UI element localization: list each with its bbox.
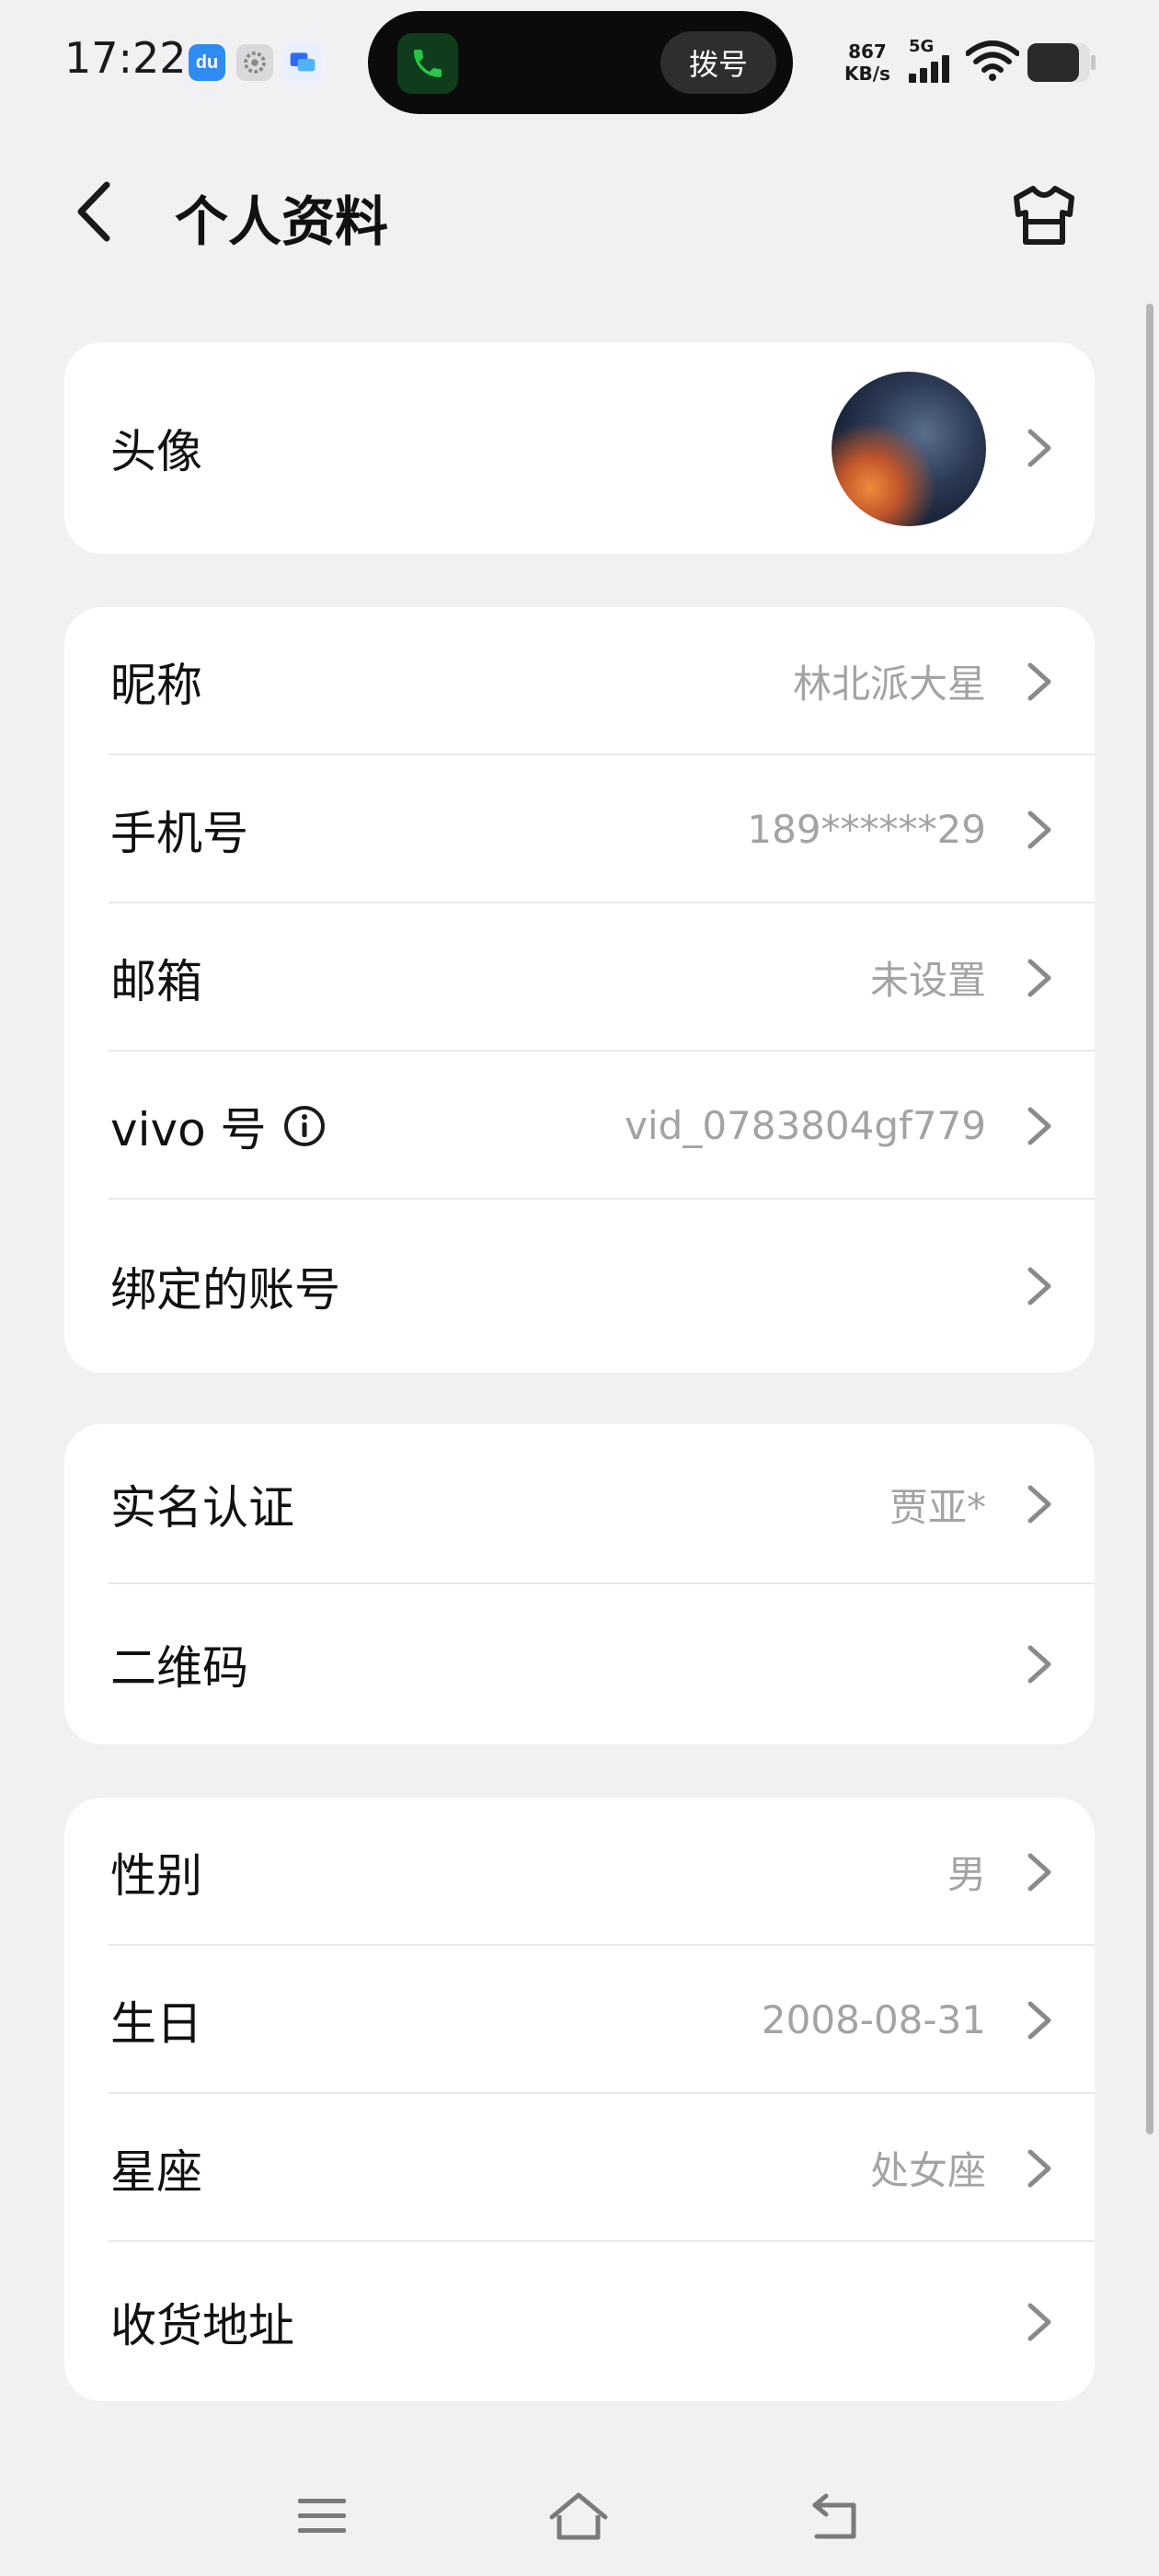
chevron-right-icon [1025, 660, 1058, 704]
vivo-id-label: vivo 号 [110, 1102, 267, 1156]
chat-bubble-icon [284, 44, 321, 81]
email-label: 邮箱 [110, 954, 202, 1008]
verification-card: 实名认证 贾亚* 二维码 [64, 1424, 1095, 1744]
qr-code-row[interactable]: 二维码 [64, 1584, 1095, 1744]
notification-icons: du [189, 44, 321, 81]
zodiac-label: 星座 [110, 2145, 202, 2199]
system-nav-bar [0, 2447, 1159, 2576]
gender-label: 性别 [110, 1848, 202, 1903]
back-arrow-icon [77, 181, 110, 242]
avatar-row[interactable]: 头像 [64, 342, 1095, 554]
phone-icon [397, 33, 458, 94]
zodiac-value: 处女座 [869, 2148, 986, 2193]
network-speed: 867 KB/s [844, 40, 890, 85]
info-icon[interactable] [283, 1105, 326, 1147]
status-bar: 17:22 du 拨号 867 KB/s 5G [0, 0, 1159, 129]
zodiac-row[interactable]: 星座 处女座 [64, 2094, 1095, 2242]
back-button[interactable] [64, 181, 123, 242]
header: 个人资料 [0, 138, 1159, 285]
real-name-row[interactable]: 实名认证 贾亚* [64, 1424, 1095, 1584]
email-row[interactable]: 邮箱 未设置 [64, 903, 1095, 1052]
scrollbar[interactable] [1146, 304, 1153, 2134]
menu-button[interactable] [290, 2484, 354, 2548]
avatar-label: 头像 [110, 425, 202, 478]
chevron-right-icon [1025, 1482, 1058, 1526]
personal-card: 性别 男 生日 2008-08-31 星座 处女座 收货地址 [64, 1798, 1095, 2401]
nickname-row[interactable]: 昵称 林北派大星 [64, 607, 1095, 755]
chevron-right-icon [1025, 1104, 1058, 1148]
gender-value: 男 [947, 1852, 986, 1897]
phone-value: 189******29 [747, 807, 986, 852]
qr-code-label: 二维码 [110, 1641, 248, 1695]
chevron-right-icon [1025, 2146, 1058, 2191]
linked-accounts-label: 绑定的账号 [110, 1263, 340, 1317]
phone-row[interactable]: 手机号 189******29 [64, 755, 1095, 903]
network-speed-unit: KB/s [844, 63, 890, 85]
linked-accounts-row[interactable]: 绑定的账号 [64, 1200, 1095, 1373]
email-value: 未设置 [869, 958, 986, 1003]
account-card: 昵称 林北派大星 手机号 189******29 邮箱 未设置 vivo 号 v… [64, 607, 1095, 1373]
chevron-right-icon [1025, 956, 1058, 1000]
avatar-card: 头像 [64, 342, 1095, 554]
chevron-right-icon [1025, 1850, 1058, 1894]
chevron-right-icon [1025, 808, 1058, 852]
du-app-icon: du [189, 44, 225, 81]
phone-label: 手机号 [110, 806, 248, 860]
gender-row[interactable]: 性别 男 [64, 1798, 1095, 1946]
home-icon [549, 2492, 608, 2540]
wifi-icon [965, 40, 1020, 85]
network-speed-value: 867 [848, 40, 887, 63]
menu-icon [298, 2499, 346, 2533]
nickname-value: 林北派大星 [792, 661, 986, 707]
real-name-value: 贾亚* [889, 1484, 986, 1530]
vivo-id-row[interactable]: vivo 号 vid_0783804gf779 [64, 1052, 1095, 1200]
chevron-right-icon [1025, 1264, 1058, 1308]
chevron-right-icon [1025, 1642, 1058, 1686]
cellular-signal-icon: 5G [909, 39, 953, 86]
vivo-id-value: vid_0783804gf779 [625, 1103, 986, 1148]
signal-5g-label: 5G [909, 37, 935, 56]
page-title: 个人资料 [175, 190, 389, 253]
battery-icon [1027, 42, 1096, 86]
back-nav-button[interactable] [805, 2484, 869, 2548]
tshirt-icon [1014, 186, 1074, 245]
birthday-value: 2008-08-31 [761, 1997, 986, 2042]
real-name-label: 实名认证 [110, 1481, 294, 1535]
dial-button[interactable]: 拨号 [660, 31, 776, 94]
chevron-right-icon [1025, 426, 1058, 470]
back-nav-icon [812, 2493, 856, 2539]
chevron-right-icon [1025, 2300, 1058, 2344]
shipping-address-row[interactable]: 收货地址 [64, 2242, 1095, 2401]
settings-gear-icon [236, 44, 273, 81]
home-button[interactable] [546, 2484, 611, 2548]
status-time: 17:22 [64, 33, 187, 83]
nickname-label: 昵称 [110, 658, 202, 712]
call-island[interactable]: 拨号 [368, 11, 793, 114]
birthday-row[interactable]: 生日 2008-08-31 [64, 1946, 1095, 2094]
avatar[interactable] [832, 372, 986, 526]
chevron-right-icon [1025, 1998, 1058, 2042]
shipping-address-label: 收货地址 [110, 2298, 294, 2352]
birthday-label: 生日 [110, 1996, 202, 2051]
vivo-id-label-group: vivo 号 [110, 1093, 326, 1159]
theme-button[interactable] [1003, 178, 1085, 252]
